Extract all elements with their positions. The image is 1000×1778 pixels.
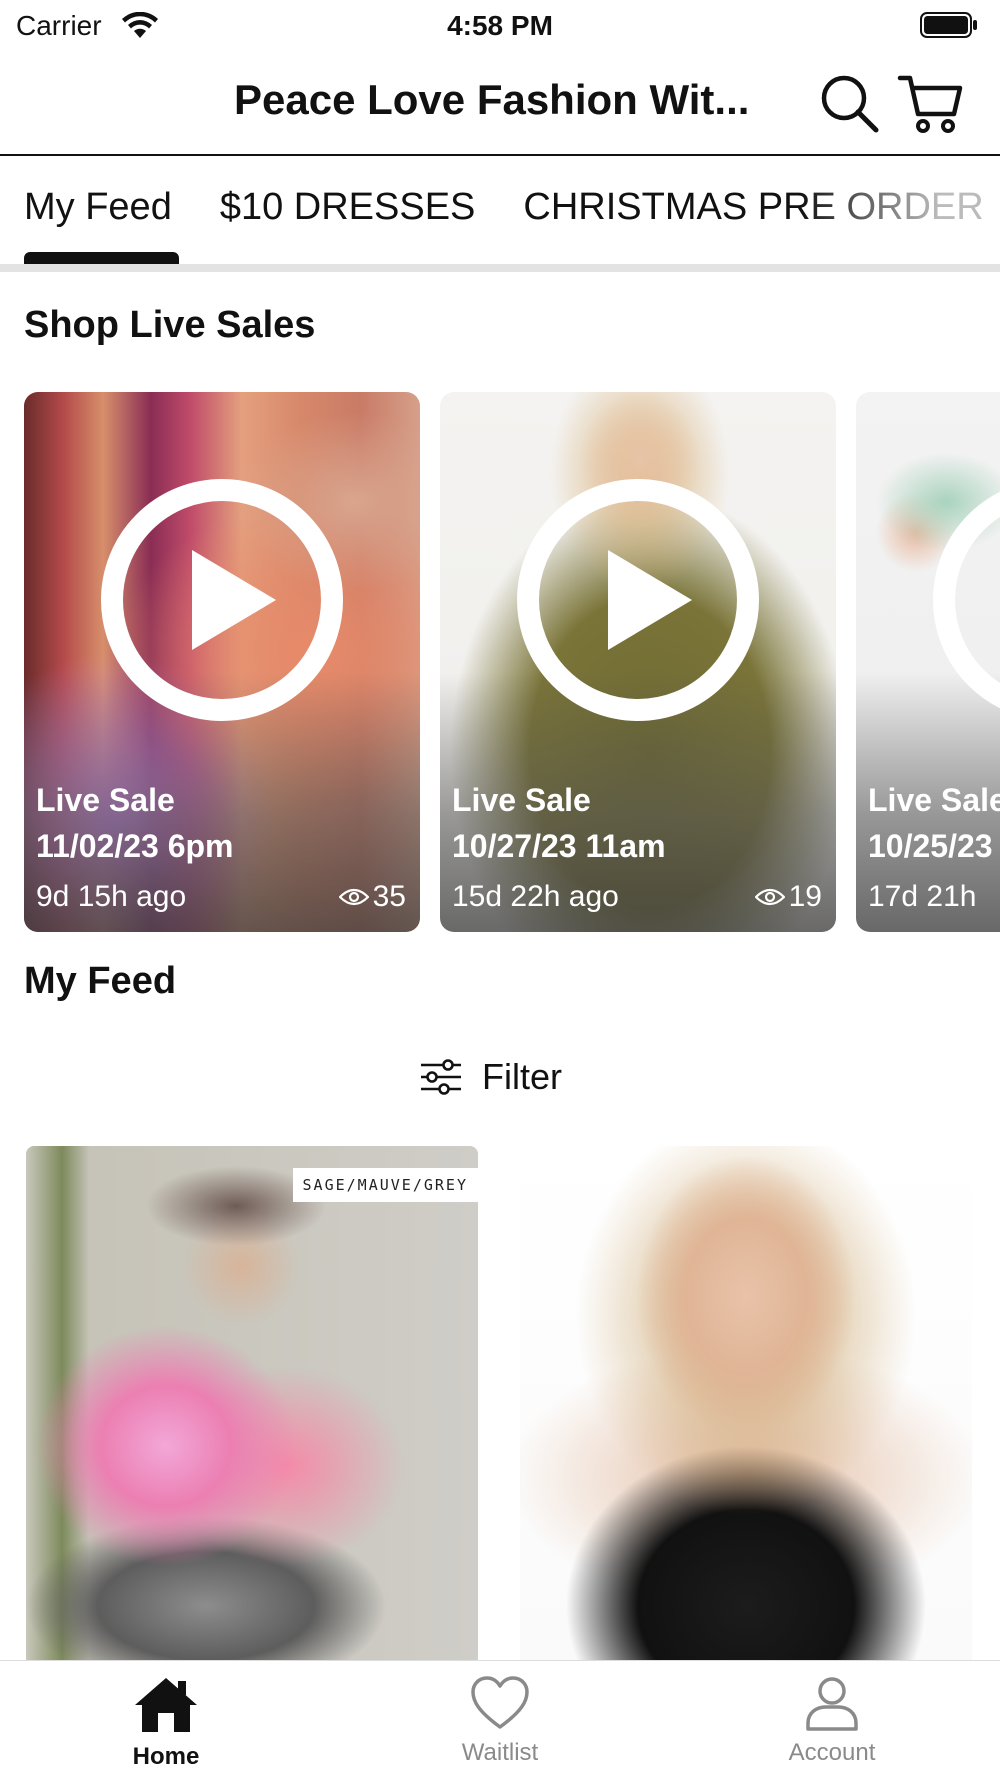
live-sale-ago: 15d 22h ago [452,880,619,913]
nav-account[interactable]: Account [752,1675,912,1767]
view-count: 19 [788,880,822,913]
live-sale-card[interactable]: Live Sale 10/27/23 11am 15d 22h ago 19 [440,392,836,932]
nav-waitlist-label: Waitlist [461,1739,539,1766]
product-color-tag: SAGE/MAUVE/GREY [292,1168,478,1202]
view-count: 35 [372,880,406,913]
nav-account-label: Account [788,1739,876,1766]
filter-button[interactable]: Filter [420,1052,562,1102]
live-sale-date: 11/02/23 6pm [36,828,234,864]
product-image [26,1146,478,1666]
sliders-icon [421,1059,461,1095]
bottom-nav: Home Waitlist Account [0,1660,1000,1778]
nav-home-label: Home [132,1743,200,1770]
status-time: 4:58 PM [447,10,553,41]
product-card[interactable] [520,1146,972,1666]
live-sale-label: Live Sale [452,782,591,818]
status-bar: Carrier 4:58 PM [0,0,1000,50]
nav-waitlist[interactable]: Waitlist [420,1675,580,1767]
product-card[interactable]: SAGE/MAUVE/GREY [26,1146,478,1666]
live-sale-label: Live Sale [36,782,175,818]
tab-10-dresses[interactable]: $10 DRESSES [220,186,476,229]
play-icon [933,491,1000,709]
page-title: Peace Love Fashion Wit... [234,76,750,123]
feed-title: My Feed [24,960,177,1002]
tab-divider [0,264,1000,272]
live-sale-card[interactable]: Live Sale 11/02/23 6pm 9d 15h ago 35 [24,392,420,932]
battery-icon [920,12,977,38]
filter-label: Filter [482,1056,562,1097]
search-button[interactable] [818,72,882,136]
live-sale-ago: 17d 21h [868,880,977,913]
play-icon [101,479,343,721]
app-header: Peace Love Fashion Wit... [0,50,1000,156]
user-icon [806,1677,858,1731]
live-sale-ago: 9d 15h ago [36,880,187,913]
live-sales-carousel[interactable]: Live Sale 11/02/23 6pm 9d 15h ago 35 Liv… [24,392,1000,932]
tab-christmas-pre-order[interactable]: CHRISTMAS PRE ORDER [523,186,983,229]
cart-button[interactable] [896,68,966,138]
play-icon [517,479,759,721]
live-sale-date: 10/27/23 11am [452,828,666,864]
cart-icon [897,75,963,133]
live-sales-title: Shop Live Sales [24,304,316,346]
tab-my-feed[interactable]: My Feed [24,186,172,229]
eye-icon [754,888,785,906]
eye-icon [338,888,369,906]
live-sale-label: Live Sale [868,782,1000,818]
search-icon [821,75,879,133]
product-image [520,1146,972,1666]
category-tabs: My Feed $10 DRESSES CHRISTMAS PRE ORDER [0,158,1000,276]
nav-home[interactable]: Home [86,1675,246,1771]
heart-icon [471,1676,529,1729]
live-sale-date: 10/25/23 [868,828,993,864]
home-icon [135,1678,197,1732]
live-sale-card[interactable]: Live Sale 10/25/23 17d 21h [856,392,1000,932]
active-tab-indicator [24,252,179,264]
